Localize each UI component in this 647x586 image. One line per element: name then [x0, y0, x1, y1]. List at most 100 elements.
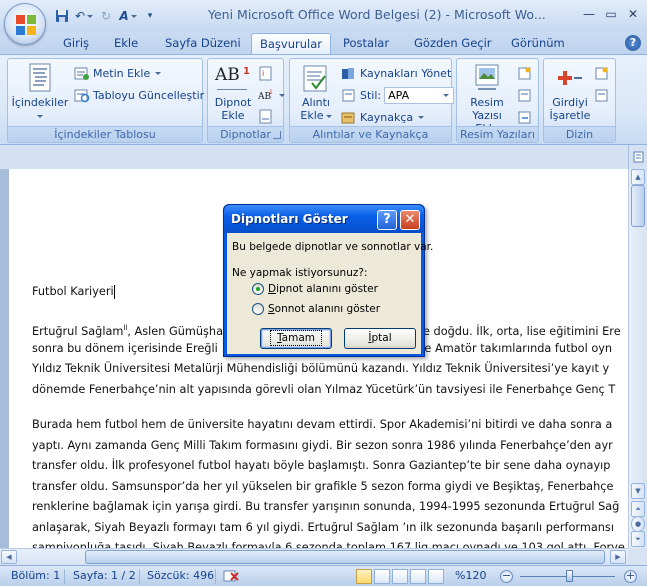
help-button[interactable]: ? [625, 35, 641, 51]
svg-text:i: i [262, 69, 264, 78]
scroll-down-button[interactable]: ▼ [631, 483, 645, 499]
insert-citation-button[interactable]: Alıntı Ekle [293, 63, 339, 122]
show-notes-button[interactable] [258, 107, 274, 125]
zoom-out-button[interactable]: − [500, 570, 513, 583]
dialog-help-button[interactable]: ? [377, 210, 397, 230]
office-button[interactable] [4, 3, 46, 45]
insert-endnote-button[interactable]: i [258, 64, 274, 82]
update-table-icon [74, 88, 90, 103]
footnote-icon: AB 1 [213, 63, 253, 93]
text-caret [113, 285, 115, 299]
group-label-toc: İçindekiler Tablosu [8, 126, 202, 142]
web-layout-button[interactable] [392, 569, 408, 584]
ribbon-tabs: Giriş Ekle Sayfa Düzeni Başvurular Posta… [0, 32, 647, 55]
close-button[interactable]: ✕ [623, 4, 643, 24]
redo-button[interactable]: ↻ [96, 7, 116, 25]
zoom-slider-thumb[interactable] [566, 570, 573, 582]
text-format-icon: A [119, 9, 129, 23]
footnotes-dialog-launcher[interactable] [273, 131, 281, 139]
style-selector[interactable]: Stil: APA [341, 86, 455, 104]
ruler-area [0, 145, 628, 169]
previous-page-button[interactable]: ⏶ [631, 501, 645, 517]
outline-view-button[interactable] [410, 569, 426, 584]
scroll-corner [628, 548, 647, 565]
tab-gozden-gecir[interactable]: Gözden Geçir [414, 36, 492, 54]
zoom-in-button[interactable]: + [624, 570, 637, 583]
toc-button[interactable]: İçindekiler [11, 63, 69, 122]
mark-entry-icon [554, 63, 586, 93]
undo-icon: ↶ [74, 9, 86, 23]
scroll-up-button[interactable]: ▲ [631, 169, 645, 185]
group-index: Girdiyi İşaretle Dizin [543, 58, 616, 143]
chevron-down-icon: ▾ [147, 11, 153, 21]
manage-sources-button[interactable]: Kaynakları Yönet [341, 64, 451, 82]
section-indicator[interactable]: Bölüm: 1 [11, 569, 60, 582]
scroll-left-button[interactable]: ◀ [1, 550, 17, 564]
citation-icon [300, 63, 332, 93]
style-dropdown[interactable]: APA [384, 86, 455, 104]
table-of-figures-icon [517, 66, 533, 81]
mark-entry-button[interactable]: Girdiyi İşaretle [546, 63, 594, 122]
horizontal-scrollbar[interactable]: ◀ ▶ [0, 548, 628, 565]
group-label-captions: Resim Yazıları [457, 126, 538, 142]
proofing-status-button[interactable] [222, 569, 240, 586]
update-figures-icon [517, 88, 533, 103]
update-index-button[interactable] [594, 86, 610, 104]
bibliography-button[interactable]: Kaynakça [341, 108, 425, 126]
dialog-close-button[interactable]: ✕ [400, 210, 420, 230]
customize-qat-button[interactable]: ▾ [140, 7, 160, 25]
endnote-area-radio[interactable] [252, 303, 264, 315]
show-notes-icon [258, 109, 274, 124]
tab-postalar[interactable]: Postalar [343, 36, 389, 54]
view-ruler-button[interactable] [628, 145, 647, 169]
tab-sayfa-duzeni[interactable]: Sayfa Düzeni [165, 36, 241, 54]
dialog-title-bar[interactable]: Dipnotları Göster ? ✕ [224, 205, 424, 233]
insert-footnote-button[interactable]: AB 1 Dipnot Ekle [210, 63, 256, 122]
footnote-area-option[interactable]: Dipnot alanını göster [252, 283, 378, 295]
show-notes-dialog: Dipnotları Göster ? ✕ Bu belgede dipnotl… [223, 204, 433, 357]
add-text-button[interactable]: Metin Ekle [74, 64, 162, 82]
vertical-scroll-thumb[interactable] [631, 185, 645, 227]
cancel-button[interactable]: İptal [344, 328, 416, 349]
tab-gorunum[interactable]: Görünüm [511, 36, 565, 54]
group-footnotes: AB 1 Dipnot Ekle i AB 1 Dipnotlar [207, 58, 285, 143]
doc-line: anlaşarak, Siyah Beyazlı formayı tam 6 y… [32, 520, 614, 534]
undo-button[interactable]: ↶ [74, 7, 94, 25]
format-painter-button[interactable]: A [118, 7, 138, 25]
zoom-level[interactable]: %120 [455, 569, 486, 582]
next-footnote-button[interactable]: AB 1 [257, 86, 285, 104]
word-count[interactable]: Sözcük: 496 [147, 569, 214, 582]
horizontal-scroll-thumb[interactable] [85, 550, 605, 564]
endnote-area-option[interactable]: Sonnot alanını göster [252, 303, 380, 315]
doc-line: şampiyonluğa taşıdı. Siyah Beyazlı forma… [32, 541, 625, 548]
browse-object-button[interactable]: ● [631, 516, 645, 532]
update-table-of-figures-button[interactable] [517, 86, 533, 104]
svg-text:1: 1 [269, 89, 273, 96]
tab-basvurular[interactable]: Başvurular [251, 33, 332, 55]
insert-caption-button[interactable]: Resim Yazısı Ekle [459, 63, 515, 135]
scroll-right-button[interactable]: ▶ [610, 550, 626, 564]
cross-reference-button[interactable] [517, 108, 533, 126]
group-table-of-contents: İçindekiler Metin Ekle Tabloyu Güncelleş… [7, 58, 204, 143]
dialog-message: Bu belgede dipnotlar ve sonnotlar var. [232, 241, 434, 253]
footnote-area-radio[interactable] [252, 283, 264, 295]
draft-view-button[interactable] [428, 569, 444, 584]
ok-button[interactable]: Tamam [260, 328, 332, 349]
page-indicator[interactable]: Sayfa: 1 / 2 [73, 569, 136, 582]
next-footnote-icon: AB 1 [257, 88, 274, 103]
endnote-icon: i [258, 66, 274, 81]
insert-index-icon [594, 66, 610, 81]
insert-table-of-figures-button[interactable] [517, 64, 533, 82]
next-page-button[interactable]: ⏷ [631, 531, 645, 547]
update-table-button[interactable]: Tabloyu Güncelleştir [74, 86, 204, 104]
tab-giris[interactable]: Giriş [63, 36, 89, 54]
tab-ekle[interactable]: Ekle [114, 36, 138, 54]
maximize-button[interactable]: ▭ [601, 4, 621, 24]
minimize-button[interactable]: — [579, 4, 599, 24]
insert-index-button[interactable] [594, 64, 610, 82]
save-button[interactable] [52, 7, 72, 25]
office-logo-icon [16, 15, 36, 35]
print-layout-view-button[interactable] [356, 569, 372, 584]
vertical-scrollbar[interactable]: ▲ ▼ ⏶ ● ⏷ [628, 169, 647, 548]
full-screen-reading-button[interactable] [374, 569, 390, 584]
